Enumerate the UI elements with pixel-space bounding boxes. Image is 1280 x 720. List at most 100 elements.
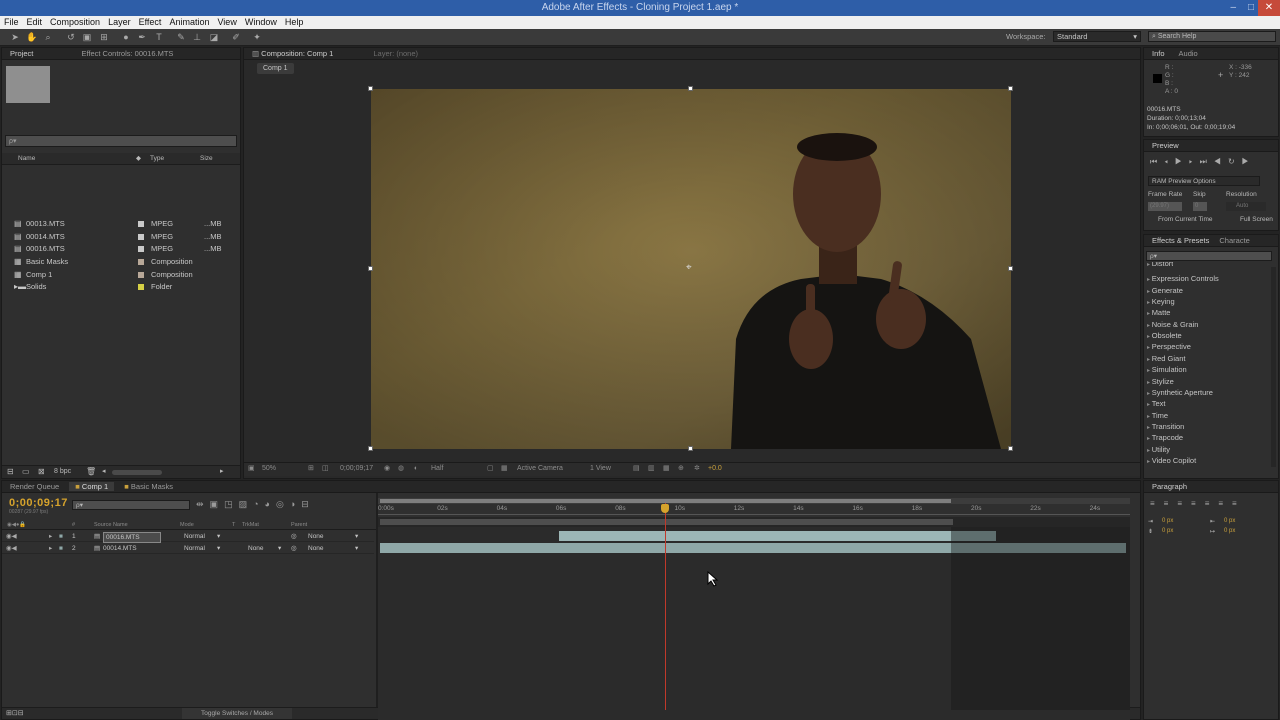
effects-category[interactable]: Time: [1147, 410, 1168, 421]
label-color-swatch[interactable]: [138, 272, 144, 278]
timeline-layer-row[interactable]: ◉◀ ▸ ■ 2 ▤ 00014.MTS Normal ▾ None ▾ ◎ None ▾: [2, 543, 374, 554]
project-item[interactable]: ▦ Basic Masks Composition: [14, 256, 242, 268]
navigator-range[interactable]: [380, 519, 953, 525]
auto-keyframe-icon[interactable]: ◎: [276, 499, 290, 509]
last-frame-icon[interactable]: ⏭: [1200, 157, 1214, 166]
align-left-icon[interactable]: ≡: [1150, 499, 1164, 508]
col-size[interactable]: Size: [200, 153, 213, 165]
label-color-swatch[interactable]: [138, 259, 144, 265]
layer-parent-dropdown[interactable]: None: [308, 531, 324, 542]
tab-audio[interactable]: Audio: [1179, 49, 1198, 58]
transform-handle[interactable]: [1008, 446, 1013, 451]
bpc-label[interactable]: 8 bpc: [54, 468, 71, 475]
tab-info[interactable]: Info: [1152, 49, 1165, 58]
effects-scrollbar[interactable]: [1271, 267, 1276, 467]
menu-edit[interactable]: Edit: [23, 16, 47, 29]
tab-comp-1[interactable]: ■ Comp 1: [69, 482, 115, 491]
views-dropdown[interactable]: 1 View: [590, 463, 611, 474]
safe-zones-icon[interactable]: ⊞: [308, 463, 314, 474]
tab-paragraph[interactable]: Paragraph: [1152, 482, 1187, 491]
interpret-footage-icon[interactable]: ⊟: [7, 467, 14, 476]
menu-composition[interactable]: Composition: [46, 16, 104, 29]
camera-dropdown[interactable]: Active Camera: [517, 463, 563, 474]
menu-layer[interactable]: Layer: [104, 16, 135, 29]
puppet-tool-icon[interactable]: ✦: [252, 32, 262, 42]
effects-category[interactable]: Video Copilot: [1147, 455, 1196, 466]
effects-category[interactable]: Noise & Grain: [1147, 319, 1199, 330]
full-screen-checkbox[interactable]: Full Screen: [1240, 216, 1273, 223]
menu-file[interactable]: File: [0, 16, 23, 29]
hand-tool-icon[interactable]: ✋: [26, 32, 37, 42]
timeline-layer-row[interactable]: ◉◀ ▸ ■ 1 ▤ 00016.MTS Normal ▾ ◎ None ▾: [2, 531, 374, 543]
expand-layer-icon[interactable]: ▸: [49, 543, 52, 554]
effects-category[interactable]: Text: [1147, 398, 1166, 409]
graph-editor-icon[interactable]: ◑: [290, 499, 301, 509]
tab-character[interactable]: Characte: [1219, 236, 1249, 245]
timeline-search-input[interactable]: ρ▾: [72, 500, 190, 510]
prev-frame-icon[interactable]: ◂: [1164, 157, 1175, 166]
play-icon[interactable]: ▶: [1175, 157, 1189, 166]
indent-right-value[interactable]: 0 px: [1224, 518, 1235, 524]
effects-category[interactable]: Generate: [1147, 285, 1183, 296]
transform-handle[interactable]: [1008, 86, 1013, 91]
hide-shy-icon[interactable]: ◳: [224, 499, 239, 509]
resolution-select[interactable]: Auto: [1226, 202, 1266, 211]
effects-search-input[interactable]: ρ▾: [1146, 251, 1272, 261]
transform-handle[interactable]: [688, 446, 693, 451]
col-layer-number[interactable]: #: [72, 521, 75, 530]
effects-category[interactable]: Transition: [1147, 421, 1185, 432]
next-frame-icon[interactable]: ▸: [1189, 157, 1200, 166]
layer-2-bar-outside[interactable]: [951, 543, 1126, 553]
pick-whip-icon[interactable]: ◎: [291, 543, 297, 554]
layer-1-bar[interactable]: [559, 531, 951, 541]
indent-left-value[interactable]: 0 px: [1162, 518, 1173, 524]
effects-category[interactable]: Obsolete: [1147, 330, 1182, 341]
layer-label-icon[interactable]: ■: [59, 531, 63, 542]
mask-tool-icon[interactable]: ●: [121, 32, 131, 42]
label-color-swatch[interactable]: [138, 221, 144, 227]
playhead-handle[interactable]: [661, 504, 669, 513]
project-hscrollbar[interactable]: [112, 470, 162, 475]
label-color-swatch[interactable]: [138, 234, 144, 240]
current-time-indicator[interactable]: [665, 503, 666, 710]
search-help-input[interactable]: ⌕ Search Help: [1148, 31, 1276, 42]
justify-right-icon[interactable]: ≡: [1218, 499, 1232, 508]
col-name[interactable]: Name: [18, 153, 35, 165]
align-right-icon[interactable]: ≡: [1177, 499, 1191, 508]
layer-1-bar-outside[interactable]: [951, 531, 996, 541]
close-icon[interactable]: ✕: [1258, 0, 1280, 16]
zoom-dropdown[interactable]: 50%: [262, 463, 276, 474]
channel-icon[interactable]: ◐: [414, 463, 418, 474]
tab-basic-masks[interactable]: ■ Basic Masks: [124, 482, 173, 491]
col-t[interactable]: T: [232, 521, 235, 530]
col-parent[interactable]: Parent: [291, 521, 307, 530]
justify-left-icon[interactable]: ≡: [1191, 499, 1205, 508]
region-of-interest-icon[interactable]: ▢: [487, 463, 494, 474]
project-item[interactable]: ▤ 00014.MTS MPEG ...MB: [14, 231, 242, 243]
tab-preview[interactable]: Preview: [1152, 141, 1179, 150]
layer-label-icon[interactable]: ■: [59, 543, 63, 554]
effects-category[interactable]: Synthetic Aperture: [1147, 387, 1213, 398]
comp-flowchart-icon[interactable]: ▣: [210, 499, 225, 509]
layer-parent-dropdown[interactable]: None: [308, 543, 324, 554]
timeline-timecode[interactable]: 0;00;09;17: [9, 497, 68, 509]
layer-name[interactable]: 00016.MTS: [103, 532, 161, 543]
transparency-grid-icon[interactable]: ▦: [501, 463, 508, 474]
menu-effect[interactable]: Effect: [135, 16, 166, 29]
rotate-tool-icon[interactable]: ↺: [66, 32, 76, 42]
flowchart-icon[interactable]: ⊕: [678, 463, 684, 474]
col-source-name[interactable]: Source Name: [94, 521, 128, 530]
space-before-value[interactable]: 0 px: [1162, 528, 1173, 534]
menu-help[interactable]: Help: [281, 16, 308, 29]
layer-trkmat-dropdown[interactable]: None: [248, 543, 264, 554]
layer-visibility-icon[interactable]: ◉◀: [6, 531, 17, 542]
effects-category[interactable]: Simulation: [1147, 364, 1187, 375]
motion-blur-icon[interactable]: ◔: [253, 499, 264, 509]
snapshot-icon[interactable]: ◉: [384, 463, 390, 474]
effects-category[interactable]: Expression Controls: [1147, 273, 1219, 284]
toggle-switches-modes-button[interactable]: Toggle Switches / Modes: [182, 708, 292, 719]
align-center-icon[interactable]: ≡: [1164, 499, 1178, 508]
brush-tool-icon[interactable]: ✎: [176, 32, 186, 42]
scroll-right-icon[interactable]: ▸: [220, 467, 224, 475]
transform-handle[interactable]: [368, 266, 373, 271]
